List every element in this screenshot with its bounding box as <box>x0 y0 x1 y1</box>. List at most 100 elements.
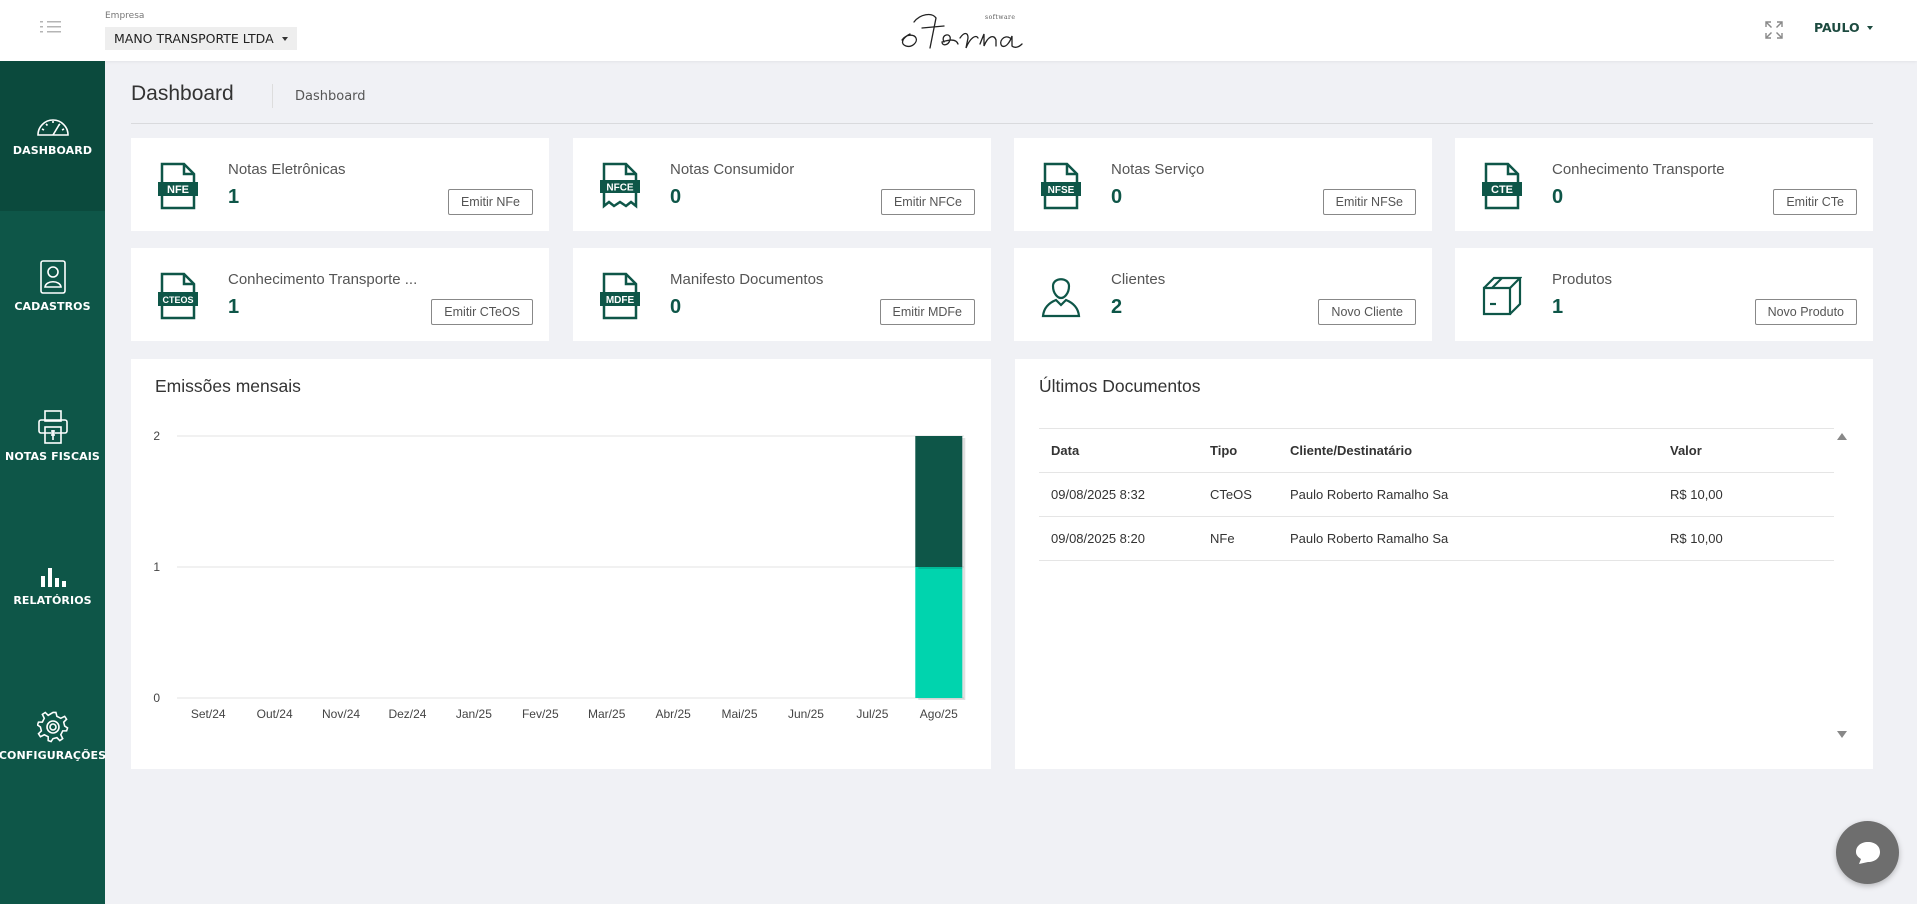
cell-valor: R$ 10,00 <box>1658 472 1834 517</box>
table-row[interactable]: 09/08/2025 8:20 NFe Paulo Roberto Ramalh… <box>1039 516 1834 561</box>
documents-title: Últimos Documentos <box>1039 376 1201 396</box>
svg-text:NFSE: NFSE <box>1048 185 1075 196</box>
scroll-down-arrow-icon[interactable] <box>1837 731 1847 738</box>
novo-cliente-button[interactable]: Novo Cliente <box>1318 299 1416 325</box>
x-tick-label: Fev/25 <box>522 707 559 721</box>
eterna-logo <box>892 4 1032 56</box>
client-person-icon <box>1041 278 1081 318</box>
x-tick-label: Jul/25 <box>856 707 888 721</box>
y-tick-label: 0 <box>153 691 160 705</box>
card-notas-eletronicas: NFE Notas Eletrônicas 1 Emitir NFe <box>131 138 549 231</box>
emitir-nfce-button[interactable]: Emitir NFCe <box>880 189 975 215</box>
company-name: MANO TRANSPORTE LTDA <box>114 31 274 46</box>
emitir-cteos-button[interactable]: Emitir CTeOS <box>431 299 533 325</box>
x-tick-label: Mai/25 <box>722 707 758 721</box>
sidebar-item-label: CONFIGURAÇÕES <box>0 748 107 762</box>
bar-segment <box>915 567 963 698</box>
emitir-mdfe-button[interactable]: Emitir MDFe <box>879 299 975 325</box>
table-header-row: Data Tipo Cliente/Destinatário Valor <box>1039 428 1834 473</box>
sidebar-item-cadastros[interactable]: CADASTROS <box>0 211 105 361</box>
nfse-document-icon: NFSE <box>1041 162 1081 210</box>
x-tick-label: Ago/25 <box>920 707 958 721</box>
novo-produto-button[interactable]: Novo Produto <box>1754 299 1857 325</box>
x-tick-label: Out/24 <box>257 707 293 721</box>
latest-documents-panel: Últimos Documentos Data Tipo Cliente/Des… <box>1015 359 1873 769</box>
cell-cliente: Paulo Roberto Ramalho Sa <box>1278 472 1658 517</box>
card-notas-consumidor: NFCE Notas Consumidor 0 Emitir NFCe <box>573 138 991 231</box>
fullscreen-icon[interactable] <box>1765 21 1783 39</box>
card-notas-servico: NFSE Notas Serviço 0 Emitir NFSe <box>1014 138 1432 231</box>
card-count: 0 <box>670 186 682 208</box>
card-conhecimento-transporte-os: CTEOS Conhecimento Transporte ... 1 Emit… <box>131 248 549 341</box>
chat-button[interactable] <box>1836 821 1899 884</box>
sidebar-item-dashboard[interactable]: DASHBOARD <box>0 61 105 211</box>
company-select[interactable]: MANO TRANSPORTE LTDA <box>105 27 297 50</box>
company-label: Empresa <box>105 11 145 21</box>
card-title: Clientes <box>1111 271 1166 288</box>
user-menu[interactable]: PAULO <box>1814 20 1873 35</box>
svg-text:NFCE: NFCE <box>606 183 634 194</box>
caret-down-icon <box>1866 25 1873 30</box>
cell-tipo: NFe <box>1198 516 1278 561</box>
cteos-document-icon: CTEOS <box>158 272 198 320</box>
svg-text:CTEOS: CTEOS <box>162 295 193 305</box>
column-header-cliente[interactable]: Cliente/Destinatário <box>1278 428 1658 473</box>
cell-cliente: Paulo Roberto Ramalho Sa <box>1278 516 1658 561</box>
emitir-cte-button[interactable]: Emitir CTe <box>1773 189 1857 215</box>
bar-segment <box>915 436 963 567</box>
x-tick-label: Set/24 <box>191 707 226 721</box>
nfe-document-icon: NFE <box>158 162 198 210</box>
svg-text:NFE: NFE <box>167 184 189 196</box>
svg-text:CTE: CTE <box>1491 184 1513 196</box>
caret-down-icon <box>281 36 288 41</box>
y-tick-label: 2 <box>153 429 160 443</box>
card-clientes: Clientes 2 Novo Cliente <box>1014 248 1432 341</box>
user-name: PAULO <box>1814 20 1860 35</box>
emitir-nfse-button[interactable]: Emitir NFSe <box>1322 189 1416 215</box>
card-count: 1 <box>1552 296 1564 318</box>
cell-valor: R$ 10,00 <box>1658 516 1834 561</box>
column-header-data[interactable]: Data <box>1039 428 1198 473</box>
sidebar-item-label: CADASTROS <box>14 299 91 313</box>
column-header-tipo[interactable]: Tipo <box>1198 428 1278 473</box>
header-divider <box>131 123 1873 124</box>
logo-subtext: software <box>985 14 1016 21</box>
sidebar-item-relatorios[interactable]: RELATÓRIOS <box>0 511 105 661</box>
breadcrumb[interactable]: Dashboard <box>295 89 366 104</box>
monthly-emissions-chart: 0 1 2 Set/24 Out/24 Nov/24 Dez/24 Jan/25 Fev/25 M… <box>153 429 966 721</box>
documents-table: Data Tipo Cliente/Destinatário Valor 09/… <box>1039 428 1834 561</box>
svg-text:MDFE: MDFE <box>606 295 635 306</box>
card-title: Notas Eletrônicas <box>228 161 346 178</box>
card-conhecimento-transporte: CTE Conhecimento Transporte 0 Emitir CTe <box>1455 138 1873 231</box>
gauge-icon <box>36 118 69 136</box>
sidebar-item-label: NOTAS FISCAIS <box>5 449 100 463</box>
card-manifesto-documentos: MDFE Manifesto Documentos 0 Emitir MDFe <box>573 248 991 341</box>
bar-chart-icon <box>40 567 66 587</box>
card-title: Conhecimento Transporte <box>1552 161 1725 178</box>
sidebar-item-notas-fiscais[interactable]: NOTAS FISCAIS <box>0 361 105 511</box>
product-box-icon <box>1482 276 1522 316</box>
gear-icon <box>36 710 68 742</box>
top-bar: Empresa MANO TRANSPORTE LTDA software PA… <box>0 0 1917 61</box>
x-tick-label: Mar/25 <box>588 707 626 721</box>
menu-toggle-icon[interactable] <box>38 18 66 36</box>
card-title: Manifesto Documentos <box>670 271 824 288</box>
card-title: Notas Consumidor <box>670 161 795 178</box>
card-produtos: Produtos 1 Novo Produto <box>1455 248 1873 341</box>
sidebar-item-label: DASHBOARD <box>12 143 93 157</box>
sidebar-item-configuracoes[interactable]: CONFIGURAÇÕES <box>0 661 107 811</box>
x-tick-label: Dez/24 <box>388 707 426 721</box>
card-title: Notas Serviço <box>1111 161 1205 178</box>
scroll-up-arrow-icon[interactable] <box>1837 433 1847 440</box>
sidebar-item-label: RELATÓRIOS <box>13 593 92 607</box>
cell-data: 09/08/2025 8:32 <box>1039 472 1198 517</box>
card-count: 1 <box>228 296 240 318</box>
user-card-icon <box>39 259 66 294</box>
title-divider <box>272 84 273 108</box>
page-title: Dashboard <box>131 82 234 105</box>
table-row[interactable]: 09/08/2025 8:32 CTeOS Paulo Roberto Rama… <box>1039 472 1834 517</box>
column-header-valor[interactable]: Valor <box>1658 428 1834 473</box>
card-count: 0 <box>1111 186 1123 208</box>
card-title: Produtos <box>1552 271 1613 288</box>
emitir-nfe-button[interactable]: Emitir NFe <box>447 189 533 215</box>
